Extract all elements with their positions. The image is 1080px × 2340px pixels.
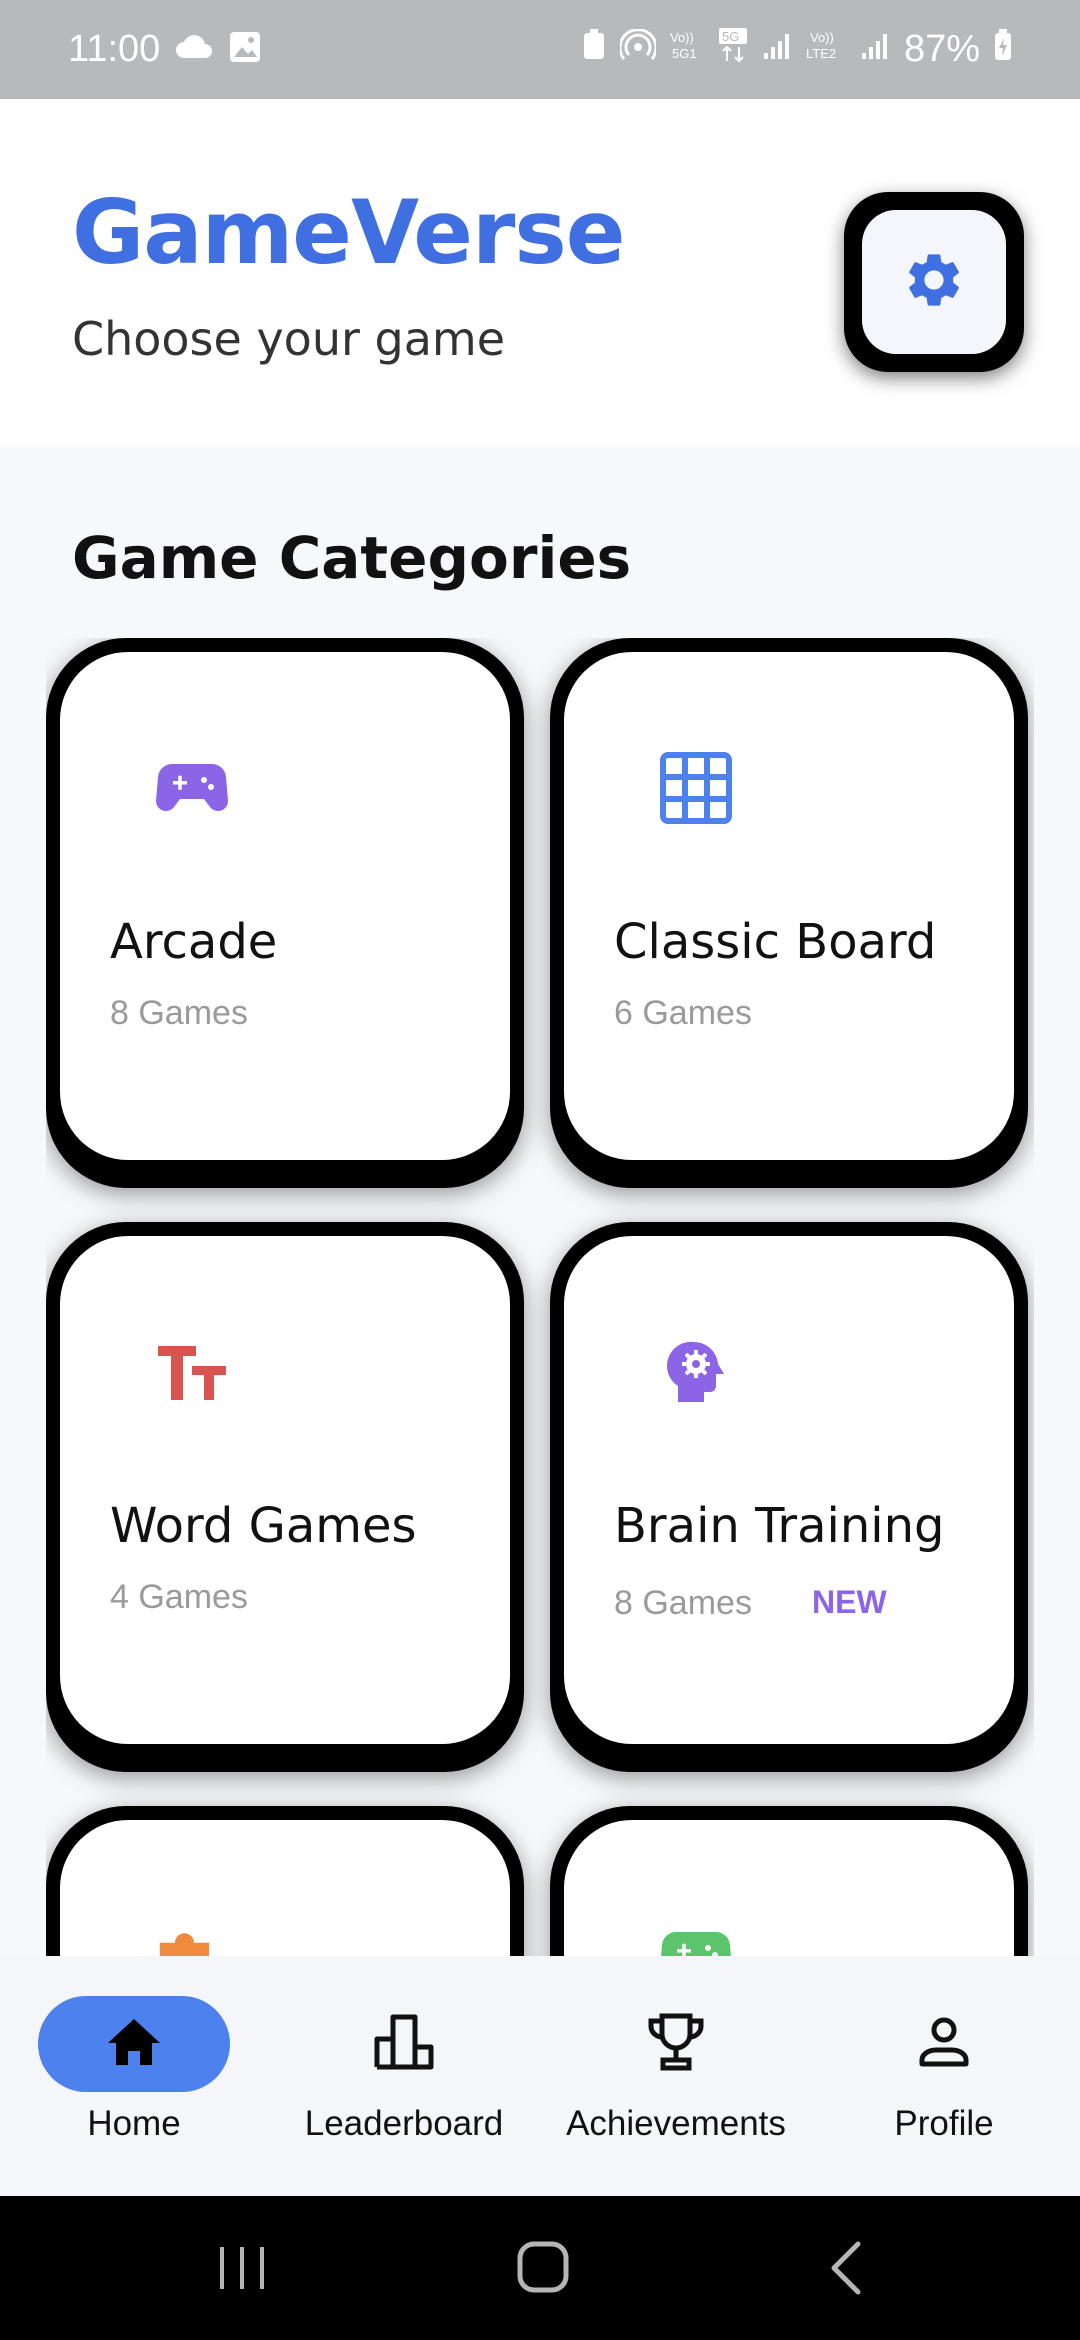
svg-text:5G: 5G — [722, 29, 739, 44]
status-time: 11:00 — [68, 28, 161, 70]
brain-gear-icon — [660, 1336, 732, 1408]
category-count: 8 Games — [614, 1584, 752, 1622]
category-card-classic-board[interactable]: Classic Board 6 Games — [550, 638, 1028, 1188]
nav-profile-indicator[interactable] — [848, 1996, 1040, 2092]
nav-achievements-indicator[interactable] — [580, 1996, 772, 2092]
gear-icon — [902, 248, 966, 316]
volte-5g-icon: Vo)) 5G1 — [670, 28, 704, 72]
gamepad-icon — [660, 1920, 732, 1958]
nav-label: Leaderboard — [304, 2104, 504, 2143]
status-bar: 11:00 Vo)) 5G1 5G Vo)) LTE2 87% — [0, 0, 1080, 99]
battery-percent: 87% — [903, 28, 980, 70]
cloud-sync-icon — [174, 32, 214, 67]
back-button[interactable] — [814, 2236, 878, 2300]
nav-achievements[interactable]: Achievements — [548, 1996, 804, 2176]
app-title: GameVerse — [72, 181, 625, 284]
category-grid: Arcade 8 Games Classic Board 6 Games Wor… — [46, 638, 1034, 1958]
nav-home-indicator[interactable] — [38, 1996, 230, 2092]
category-name: Classic Board — [614, 914, 937, 970]
category-card-puzzle[interactable] — [46, 1806, 524, 1958]
category-card-word-games[interactable]: Word Games 4 Games — [46, 1222, 524, 1772]
text-icon — [156, 1336, 228, 1408]
person-icon — [918, 2016, 970, 2072]
settings-button[interactable] — [844, 192, 1024, 372]
hotspot-icon — [618, 28, 658, 71]
svg-text:5G1: 5G1 — [672, 46, 697, 61]
nav-label: Profile — [894, 2104, 994, 2143]
leaderboard-icon — [374, 2014, 434, 2074]
recents-button[interactable] — [210, 2236, 274, 2300]
trophy-icon — [647, 2012, 705, 2076]
battery-saver-icon — [582, 28, 606, 71]
app-subtitle: Choose your game — [72, 312, 506, 366]
app-header: GameVerse Choose your game — [0, 99, 1080, 447]
home-system-button[interactable] — [512, 2236, 576, 2300]
bottom-navigation: Home Leaderboard Achievements Profile — [0, 1956, 1080, 2196]
nav-profile[interactable]: Profile — [848, 1996, 1040, 2176]
svg-text:Vo)): Vo)) — [670, 30, 694, 45]
puzzle-icon — [156, 1920, 228, 1958]
nav-label: Achievements — [566, 2104, 786, 2143]
category-card-arcade[interactable]: Arcade 8 Games — [46, 638, 524, 1188]
svg-text:LTE2: LTE2 — [806, 46, 836, 61]
signal-icon — [762, 28, 792, 71]
category-card-more[interactable] — [550, 1806, 1028, 1958]
category-count: 6 Games — [614, 994, 752, 1032]
nav-leaderboard[interactable]: Leaderboard — [288, 1996, 520, 2176]
category-card-brain-training[interactable]: Brain Training 8 Games NEW — [550, 1222, 1028, 1772]
signal-icon — [860, 28, 890, 71]
nav-leaderboard-indicator[interactable] — [308, 1996, 500, 2092]
category-name: Brain Training — [614, 1498, 945, 1554]
grid-icon — [660, 752, 732, 824]
charging-icon — [994, 28, 1012, 71]
section-title: Game Categories — [72, 524, 632, 592]
5g-data-icon: 5G — [718, 27, 748, 73]
svg-text:Vo)): Vo)) — [810, 30, 834, 45]
settings-button-face[interactable] — [862, 210, 1006, 354]
image-icon — [228, 30, 262, 69]
category-name: Word Games — [110, 1498, 417, 1554]
category-count: 4 Games — [110, 1578, 248, 1616]
nav-label: Home — [87, 2104, 181, 2143]
nav-home[interactable]: Home — [38, 1996, 230, 2176]
home-icon — [106, 2017, 162, 2071]
gamepad-icon — [156, 752, 228, 824]
category-name: Arcade — [110, 914, 278, 970]
volte-lte2-icon: Vo)) LTE2 — [806, 28, 846, 72]
new-badge: NEW — [812, 1584, 887, 1620]
category-count: 8 Games — [110, 994, 248, 1032]
system-navigation-bar — [0, 2196, 1080, 2340]
